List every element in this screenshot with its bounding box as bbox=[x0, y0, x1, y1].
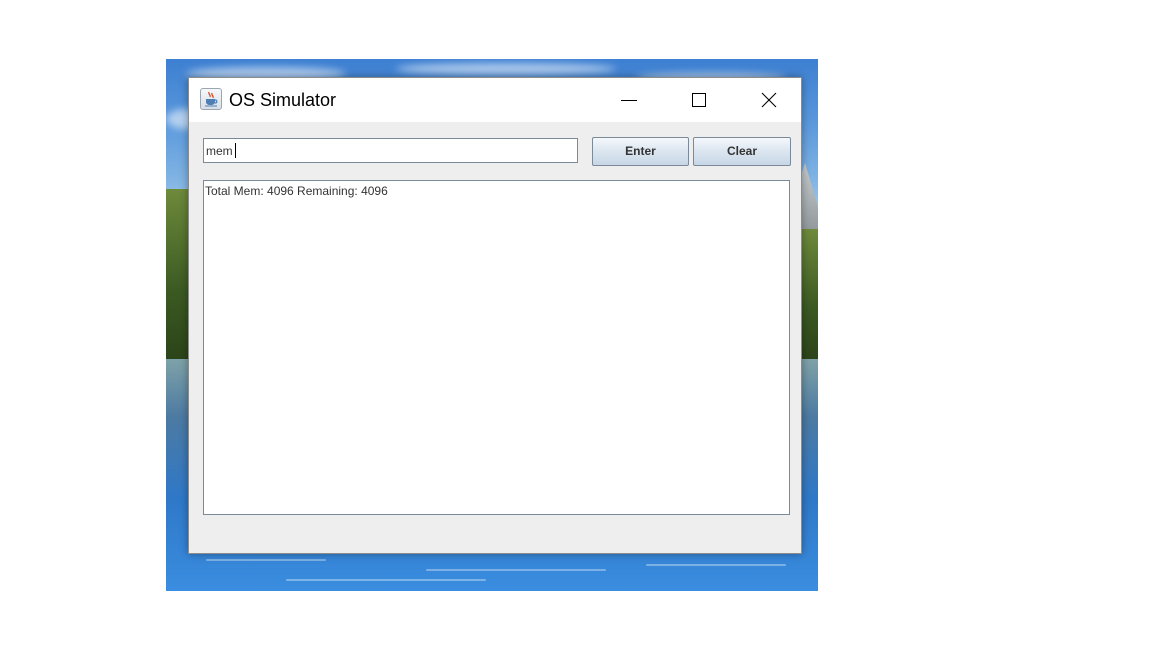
wallpaper-ripple bbox=[426, 569, 606, 571]
text-caret bbox=[235, 143, 236, 158]
enter-button[interactable]: Enter bbox=[592, 137, 689, 166]
maximize-icon bbox=[692, 93, 706, 107]
command-input[interactable] bbox=[203, 138, 578, 163]
minimize-button[interactable] bbox=[594, 78, 664, 122]
output-text-area[interactable]: Total Mem: 4096 Remaining: 4096 bbox=[203, 180, 790, 515]
minimize-icon bbox=[621, 100, 637, 101]
output-line: Total Mem: 4096 Remaining: 4096 bbox=[205, 184, 388, 198]
os-simulator-window: OS Simulator Enter Clear bbox=[188, 77, 802, 554]
clear-button[interactable]: Clear bbox=[693, 137, 791, 166]
close-button[interactable] bbox=[734, 78, 804, 122]
wallpaper-ripple bbox=[206, 559, 326, 561]
maximize-button[interactable] bbox=[664, 78, 734, 122]
wallpaper-cloud bbox=[396, 63, 616, 75]
close-icon bbox=[761, 92, 777, 108]
java-coffee-cup-icon bbox=[200, 88, 222, 110]
title-bar[interactable]: OS Simulator bbox=[189, 78, 801, 122]
window-title: OS Simulator bbox=[229, 90, 337, 110]
desktop: OS Simulator Enter Clear bbox=[0, 0, 1152, 648]
wallpaper-ripple bbox=[646, 564, 786, 566]
wallpaper-ripple bbox=[286, 579, 486, 581]
